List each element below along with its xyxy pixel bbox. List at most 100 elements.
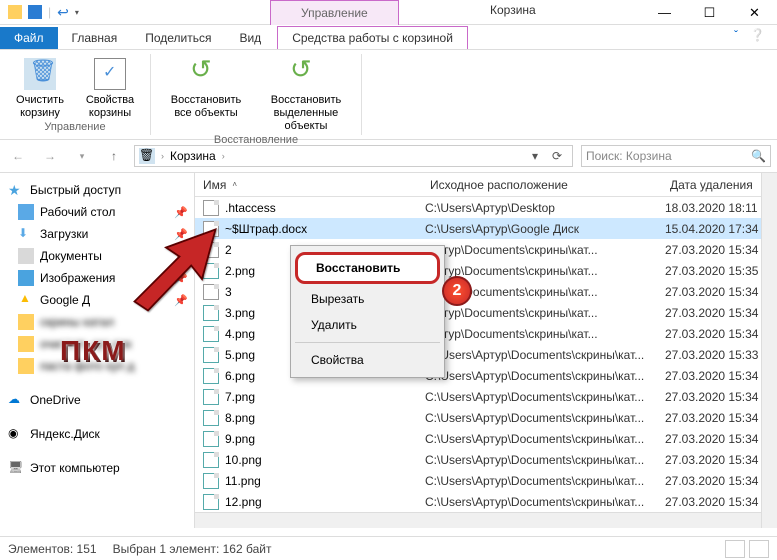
tab-file[interactable]: Файл: [0, 27, 58, 49]
file-icon: [203, 347, 219, 363]
help-icon[interactable]: ❔: [750, 28, 765, 42]
ribbon-collapse-icon[interactable]: ˇ: [734, 28, 738, 42]
restore-selected-icon: [290, 58, 322, 90]
ctx-properties[interactable]: Свойства: [293, 347, 442, 373]
qat-dropdown-icon[interactable]: ▾: [75, 8, 79, 17]
file-row[interactable]: 7.pngC:\Users\Артур\Documents\скрины\кат…: [195, 386, 777, 407]
column-name-label: Имя: [203, 178, 226, 192]
tab-recycle-tools[interactable]: Средства работы с корзиной: [277, 26, 468, 49]
file-location: C:\Users\Артур\Documents\скрины\кат...: [425, 495, 665, 509]
nav-up-button[interactable]: ↑: [102, 144, 126, 168]
file-row[interactable]: 3\Артур\Documents\скрины\кат...27.03.202…: [195, 281, 777, 302]
vertical-scrollbar[interactable]: [761, 173, 777, 528]
file-location: \Артур\Documents\скрины\кат...: [425, 264, 665, 278]
undo-icon[interactable]: ↩: [57, 4, 69, 21]
breadcrumb-recycle[interactable]: Корзина: [166, 149, 220, 163]
annotation-badge-2: 2: [442, 276, 472, 306]
gdrive-icon: [18, 292, 34, 308]
file-row[interactable]: 6.pngC:\Users\Артур\Documents\скрины\кат…: [195, 365, 777, 386]
nav-back-button[interactable]: ←: [6, 144, 30, 168]
chevron-right-icon[interactable]: ›: [159, 151, 166, 161]
properties-icon: [94, 58, 126, 90]
ctx-delete[interactable]: Удалить: [293, 312, 442, 338]
file-icon: [203, 200, 219, 216]
nav-desktop[interactable]: Рабочий стол📌: [0, 201, 194, 223]
file-row[interactable]: 2\Артур\Documents\скрины\кат...27.03.202…: [195, 239, 777, 260]
file-row[interactable]: 10.pngC:\Users\Артур\Documents\скрины\ка…: [195, 449, 777, 470]
nav-label: Быстрый доступ: [30, 183, 121, 197]
close-button[interactable]: ✕: [732, 0, 777, 25]
column-location[interactable]: Исходное расположение: [422, 178, 662, 192]
file-row[interactable]: 2.png\Артур\Documents\скрины\кат...27.03…: [195, 260, 777, 281]
document-icon: [18, 248, 34, 264]
file-row[interactable]: 3.png\Артур\Documents\скрины\кат...27.03…: [195, 302, 777, 323]
nav-label: Документы: [40, 249, 102, 263]
file-location: C:\Users\Артур\Documents\скрины\кат...: [425, 453, 665, 467]
download-icon: ⬇: [18, 226, 34, 242]
status-selection: Выбран 1 элемент: 162 байт: [113, 542, 272, 556]
file-name: .htaccess: [225, 201, 425, 215]
contextual-tab-label: Управление: [270, 0, 399, 25]
file-name: 8.png: [225, 411, 425, 425]
file-row[interactable]: 5.pngC:\Users\Артур\Documents\скрины\кат…: [195, 344, 777, 365]
file-location: \Артур\Documents\скрины\кат...: [425, 243, 665, 257]
nav-onedrive[interactable]: ☁OneDrive: [0, 389, 194, 411]
file-name: 11.png: [225, 474, 425, 488]
save-icon[interactable]: [28, 5, 42, 19]
horizontal-scrollbar[interactable]: [195, 512, 761, 528]
onedrive-icon: ☁: [8, 392, 24, 408]
ribbon-group-manage-caption: Управление: [44, 121, 105, 135]
status-bar: Элементов: 151 Выбран 1 элемент: 162 бай…: [0, 536, 777, 560]
search-input[interactable]: Поиск: Корзина 🔍: [581, 145, 771, 167]
file-location: \Артур\Documents\скрины\кат...: [425, 327, 665, 341]
tab-share[interactable]: Поделиться: [131, 27, 225, 49]
ribbon-group-manage: Очистить корзину Свойства корзины Управл…: [0, 54, 151, 135]
file-row[interactable]: 9.pngC:\Users\Артур\Documents\скрины\кат…: [195, 428, 777, 449]
maximize-button[interactable]: ☐: [687, 0, 732, 25]
address-dropdown-icon[interactable]: ▾: [524, 149, 546, 163]
nav-label: Загрузки: [40, 227, 88, 241]
ctx-restore[interactable]: Восстановить: [295, 252, 440, 284]
column-deleted-date[interactable]: Дата удаления: [662, 178, 777, 192]
minimize-button[interactable]: —: [642, 0, 687, 25]
file-row[interactable]: 12.pngC:\Users\Артур\Documents\скрины\ка…: [195, 491, 777, 512]
file-location: C:\Users\Артур\Documents\скрины\кат...: [425, 390, 665, 404]
chevron-right-icon[interactable]: ›: [220, 151, 227, 161]
pictures-icon: [18, 270, 34, 286]
file-icon: [203, 431, 219, 447]
window-title: Корзина: [490, 3, 536, 17]
ribbon-group-restore: Восстановить все объекты Восстановить вы…: [151, 54, 362, 135]
file-row[interactable]: ~$Штраф.docxC:\Users\Артур\Google Диск15…: [195, 218, 777, 239]
tab-home[interactable]: Главная: [58, 27, 132, 49]
view-thumbnails-button[interactable]: [749, 540, 769, 558]
restore-all-button[interactable]: Восстановить все объекты: [161, 54, 251, 134]
file-row[interactable]: 8.pngC:\Users\Артур\Documents\скрины\кат…: [195, 407, 777, 428]
file-icon: [203, 389, 219, 405]
file-name: 10.png: [225, 453, 425, 467]
file-location: C:\Users\Артур\Documents\скрины\кат...: [425, 474, 665, 488]
file-list[interactable]: .htaccessC:\Users\Артур\Desktop18.03.202…: [195, 197, 777, 528]
file-row[interactable]: 4.png\Артур\Documents\скрины\кат...27.03…: [195, 323, 777, 344]
nav-label: Изображения: [40, 271, 115, 285]
empty-recycle-button[interactable]: Очистить корзину: [10, 54, 70, 121]
recycle-props-button[interactable]: Свойства корзины: [80, 54, 140, 121]
tab-view[interactable]: Вид: [225, 27, 275, 49]
nav-this-pc[interactable]: 🖥Этот компьютер: [0, 457, 194, 479]
refresh-icon[interactable]: ⟳: [546, 149, 568, 163]
file-row[interactable]: 11.pngC:\Users\Артур\Documents\скрины\ка…: [195, 470, 777, 491]
view-details-button[interactable]: [725, 540, 745, 558]
context-menu: Восстановить Вырезать Удалить Свойства: [290, 245, 445, 378]
address-bar[interactable]: 🗑 › Корзина › ▾ ⟳: [134, 145, 573, 167]
restore-selected-label: Восстановить выделенные объекты: [261, 94, 351, 134]
file-row[interactable]: .htaccessC:\Users\Артур\Desktop18.03.202…: [195, 197, 777, 218]
column-name[interactable]: Имя˄: [195, 178, 422, 192]
restore-selected-button[interactable]: Восстановить выделенные объекты: [261, 54, 351, 134]
nav-history-dropdown[interactable]: ▾: [70, 144, 94, 168]
nav-quick-access[interactable]: ★Быстрый доступ: [0, 179, 194, 201]
empty-recycle-label: Очистить корзину: [16, 94, 64, 120]
nav-forward-button[interactable]: →: [38, 144, 62, 168]
pc-icon: 🖥: [8, 460, 24, 476]
file-name: 12.png: [225, 495, 425, 509]
nav-yandex-disk[interactable]: ◉Яндекс.Диск: [0, 423, 194, 445]
ctx-cut[interactable]: Вырезать: [293, 286, 442, 312]
